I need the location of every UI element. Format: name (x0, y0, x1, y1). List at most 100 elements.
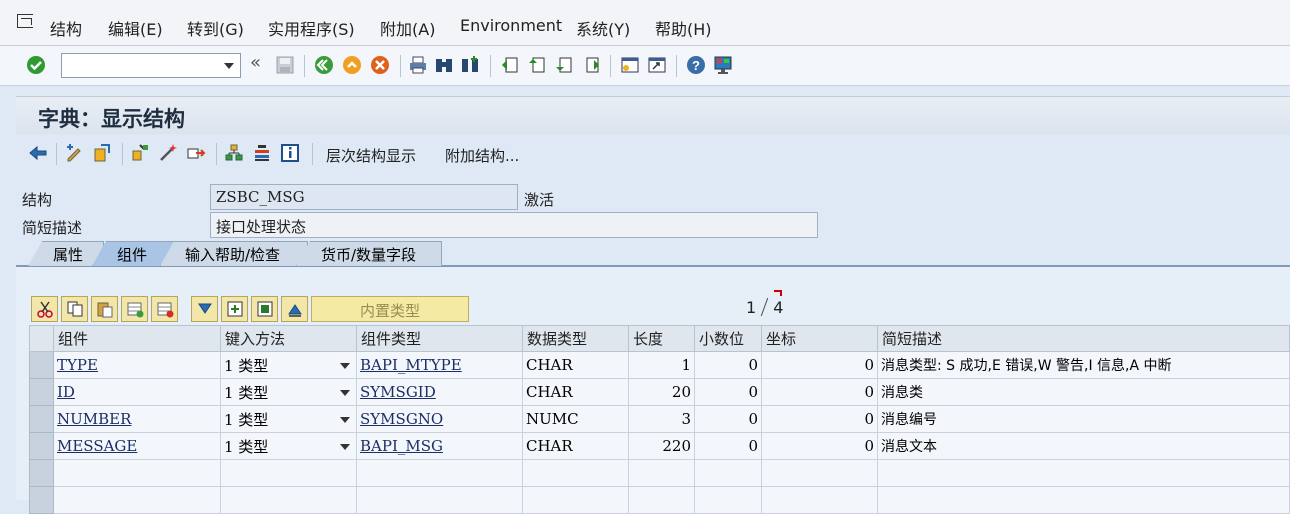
other-object-icon[interactable] (92, 143, 112, 163)
chevron-down-icon[interactable] (340, 444, 350, 450)
coordinate-cell[interactable]: 0 (761, 405, 878, 433)
display-change-icon[interactable] (64, 143, 84, 163)
empty-cell[interactable] (356, 486, 523, 514)
sap-menu-icon[interactable] (17, 14, 33, 28)
where-used-icon[interactable] (186, 143, 206, 163)
menu-goto[interactable]: 转到(G) (187, 16, 244, 40)
component-cell[interactable]: MESSAGE (53, 432, 221, 460)
menu-edit[interactable]: 编辑(E) (108, 16, 163, 40)
last-page-icon[interactable] (581, 55, 601, 75)
new-rows-icon[interactable] (221, 296, 248, 322)
save-icon[interactable] (275, 55, 295, 75)
tab-input-help-check[interactable]: 输入帮助/检查 (160, 241, 308, 266)
coordinate-cell[interactable]: 0 (761, 378, 878, 406)
component-type-cell[interactable]: BAPI_MSG (356, 432, 523, 460)
chevron-down-icon[interactable] (340, 417, 350, 423)
shortcut-icon[interactable] (647, 55, 667, 75)
short-description-cell[interactable]: 消息类 (877, 378, 1290, 406)
delete-row-icon[interactable] (151, 296, 178, 322)
menu-system[interactable]: 系统(Y) (576, 16, 630, 40)
empty-cell[interactable] (220, 486, 357, 514)
typing-method-cell[interactable]: 1 类型 (220, 432, 357, 460)
short-description-cell[interactable]: 消息类型: S 成功,E 错误,W 警告,I 信息,A 中断 (877, 351, 1290, 379)
history-double-arrow-icon[interactable]: « (250, 52, 264, 73)
row-selector[interactable] (29, 405, 54, 433)
component-type-cell[interactable]: BAPI_MTYPE (356, 351, 523, 379)
previous-page-icon[interactable] (527, 55, 547, 75)
empty-cell[interactable] (694, 459, 762, 487)
menu-environment[interactable]: Environment (460, 16, 562, 35)
coordinate-cell[interactable]: 0 (761, 432, 878, 460)
component-cell[interactable]: ID (53, 378, 221, 406)
collapse-up-icon[interactable] (281, 296, 308, 322)
typing-method-cell[interactable]: 1 类型 (220, 405, 357, 433)
chevron-down-icon[interactable] (224, 63, 234, 69)
decimals-cell[interactable]: 0 (694, 405, 762, 433)
column-header-component-type[interactable]: 组件类型 (356, 325, 523, 352)
cancel-icon[interactable] (370, 55, 390, 75)
coordinate-cell[interactable]: 0 (761, 351, 878, 379)
row-selector[interactable] (29, 486, 54, 514)
chevron-down-icon[interactable] (340, 390, 350, 396)
cut-icon[interactable] (31, 296, 58, 322)
row-selector[interactable] (29, 459, 54, 487)
data-type-cell[interactable]: NUMC (522, 405, 629, 433)
empty-cell[interactable] (877, 486, 1290, 514)
info-icon[interactable] (280, 143, 300, 163)
new-session-icon[interactable] (620, 55, 640, 75)
empty-cell[interactable] (628, 459, 695, 487)
empty-cell[interactable] (761, 486, 878, 514)
empty-cell[interactable] (877, 459, 1290, 487)
tab-currency-quantity-fields[interactable]: 货币/数量字段 (296, 241, 442, 266)
component-type-cell[interactable]: SYMSGNO (356, 405, 523, 433)
structure-field[interactable]: ZSBC_MSG (210, 184, 518, 210)
hierarchy-display-button[interactable]: 层次结构显示 (326, 145, 416, 166)
row-selector-header[interactable] (29, 325, 54, 352)
column-header-component[interactable]: 组件 (53, 325, 221, 352)
component-cell[interactable]: NUMBER (53, 405, 221, 433)
chevron-down-icon[interactable] (340, 363, 350, 369)
select-all-icon[interactable] (251, 296, 278, 322)
find-next-icon[interactable] (460, 55, 480, 75)
decimals-cell[interactable]: 0 (694, 432, 762, 460)
append-structure-button[interactable]: 附加结构... (445, 145, 519, 166)
tab-components[interactable]: 组件 (92, 241, 174, 266)
menu-utilities[interactable]: 实用程序(S) (268, 16, 355, 40)
activate-icon[interactable] (158, 143, 178, 163)
empty-cell[interactable] (53, 459, 221, 487)
empty-cell[interactable] (522, 459, 629, 487)
next-page-icon[interactable] (554, 55, 574, 75)
component-cell[interactable]: TYPE (53, 351, 221, 379)
data-type-cell[interactable]: CHAR (522, 351, 629, 379)
data-type-cell[interactable]: CHAR (522, 378, 629, 406)
paste-icon[interactable] (91, 296, 118, 322)
short-description-field[interactable]: 接口处理状态 (210, 212, 818, 238)
length-cell[interactable]: 3 (628, 405, 695, 433)
length-cell[interactable]: 20 (628, 378, 695, 406)
column-header-short-description[interactable]: 简短描述 (877, 325, 1290, 352)
menu-help[interactable]: 帮助(H) (655, 16, 712, 40)
check-icon[interactable] (130, 143, 150, 163)
back-arrow-icon[interactable] (28, 143, 48, 163)
enter-checkmark-icon[interactable] (26, 55, 46, 75)
row-selector[interactable] (29, 432, 54, 460)
column-header-data-type[interactable]: 数据类型 (522, 325, 629, 352)
builtin-type-button[interactable]: 内置类型 (311, 296, 469, 322)
empty-cell[interactable] (628, 486, 695, 514)
back-icon[interactable] (314, 55, 334, 75)
row-selector[interactable] (29, 378, 54, 406)
menu-structure[interactable]: 结构 (50, 16, 82, 40)
customize-layout-icon[interactable] (713, 55, 733, 75)
empty-cell[interactable] (220, 459, 357, 487)
object-list-icon[interactable] (224, 143, 244, 163)
short-description-cell[interactable]: 消息文本 (877, 432, 1290, 460)
short-description-cell[interactable]: 消息编号 (877, 405, 1290, 433)
empty-cell[interactable] (53, 486, 221, 514)
find-icon[interactable] (434, 55, 454, 75)
copy-icon[interactable] (61, 296, 88, 322)
empty-cell[interactable] (356, 459, 523, 487)
empty-cell[interactable] (761, 459, 878, 487)
column-header-decimals[interactable]: 小数位 (694, 325, 762, 352)
expand-down-icon[interactable] (191, 296, 218, 322)
exit-icon[interactable] (342, 55, 362, 75)
